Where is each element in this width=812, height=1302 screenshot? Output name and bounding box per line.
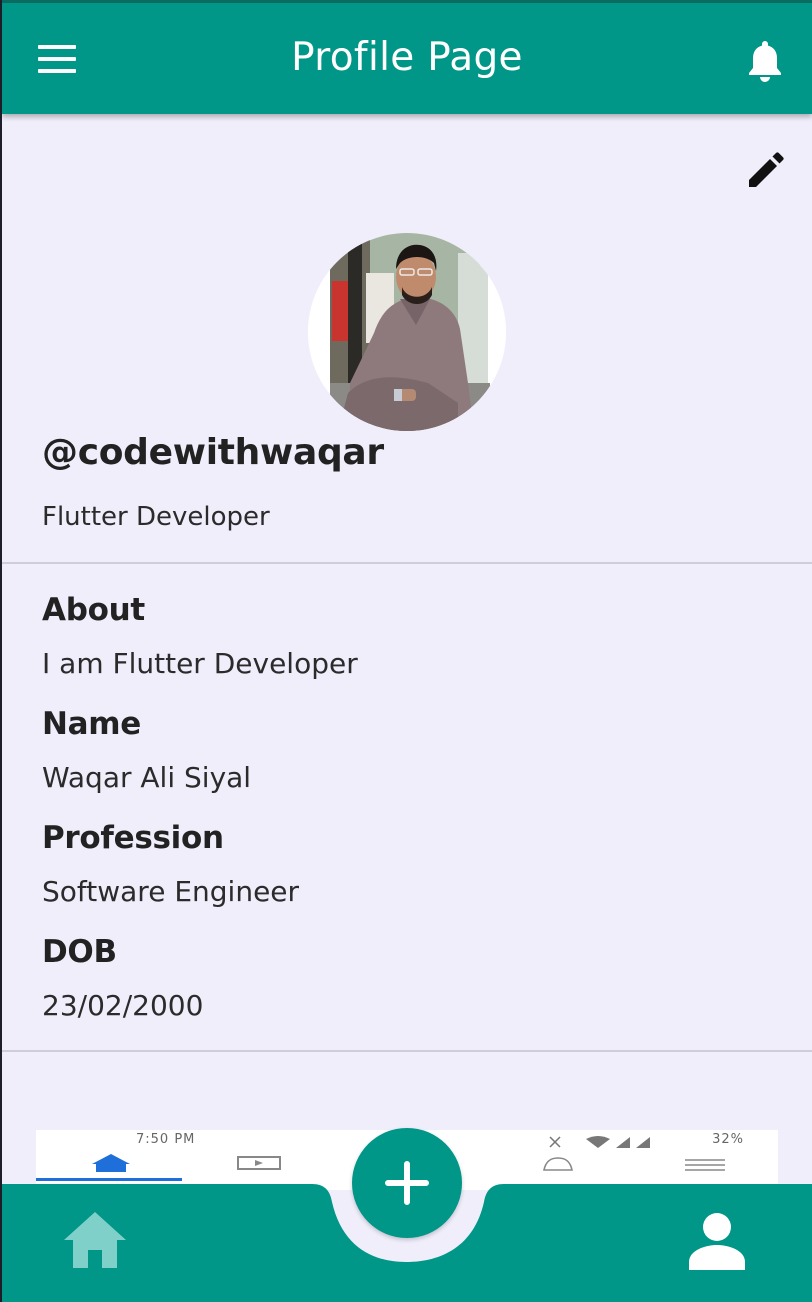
- dob-label: DOB: [42, 934, 117, 970]
- page-title: Profile Page: [291, 35, 523, 80]
- dob-value: 23/02/2000: [42, 989, 204, 1022]
- nav-profile-button[interactable]: [688, 1212, 746, 1270]
- app-bar: Profile Page: [2, 3, 812, 114]
- divider: [2, 562, 812, 564]
- strip-home-icon: [92, 1154, 130, 1172]
- bell-icon[interactable]: [746, 39, 784, 83]
- name-value: Waqar Ali Siyal: [42, 761, 252, 794]
- window-edge: [0, 0, 2, 1302]
- person-icon: [689, 1213, 745, 1270]
- about-value: I am Flutter Developer: [42, 647, 358, 680]
- profile-role: Flutter Developer: [42, 502, 270, 532]
- strip-time: 7:50 PM: [136, 1132, 196, 1147]
- home-icon: [64, 1212, 126, 1268]
- nav-home-button[interactable]: [62, 1210, 128, 1270]
- add-button[interactable]: [352, 1128, 462, 1238]
- name-label: Name: [42, 706, 141, 742]
- strip-active-indicator: [36, 1178, 182, 1181]
- avatar[interactable]: [308, 233, 506, 431]
- strip-bell-icon: [543, 1157, 573, 1171]
- profession-label: Profession: [42, 820, 224, 856]
- divider: [2, 1050, 812, 1052]
- pencil-edit-icon[interactable]: [744, 148, 788, 192]
- plus-icon: [385, 1161, 429, 1205]
- strip-tv-icon: [237, 1156, 281, 1170]
- profile-username: @codewithwaqar: [42, 432, 384, 473]
- strip-battery: 32%: [712, 1132, 744, 1147]
- app-screen: Profile Page @codewithwaqar Flutter Deve…: [2, 0, 812, 1302]
- about-label: About: [42, 592, 145, 628]
- strip-status-icons: [546, 1134, 666, 1153]
- strip-menu-icon: [685, 1159, 725, 1171]
- profession-value: Software Engineer: [42, 875, 300, 908]
